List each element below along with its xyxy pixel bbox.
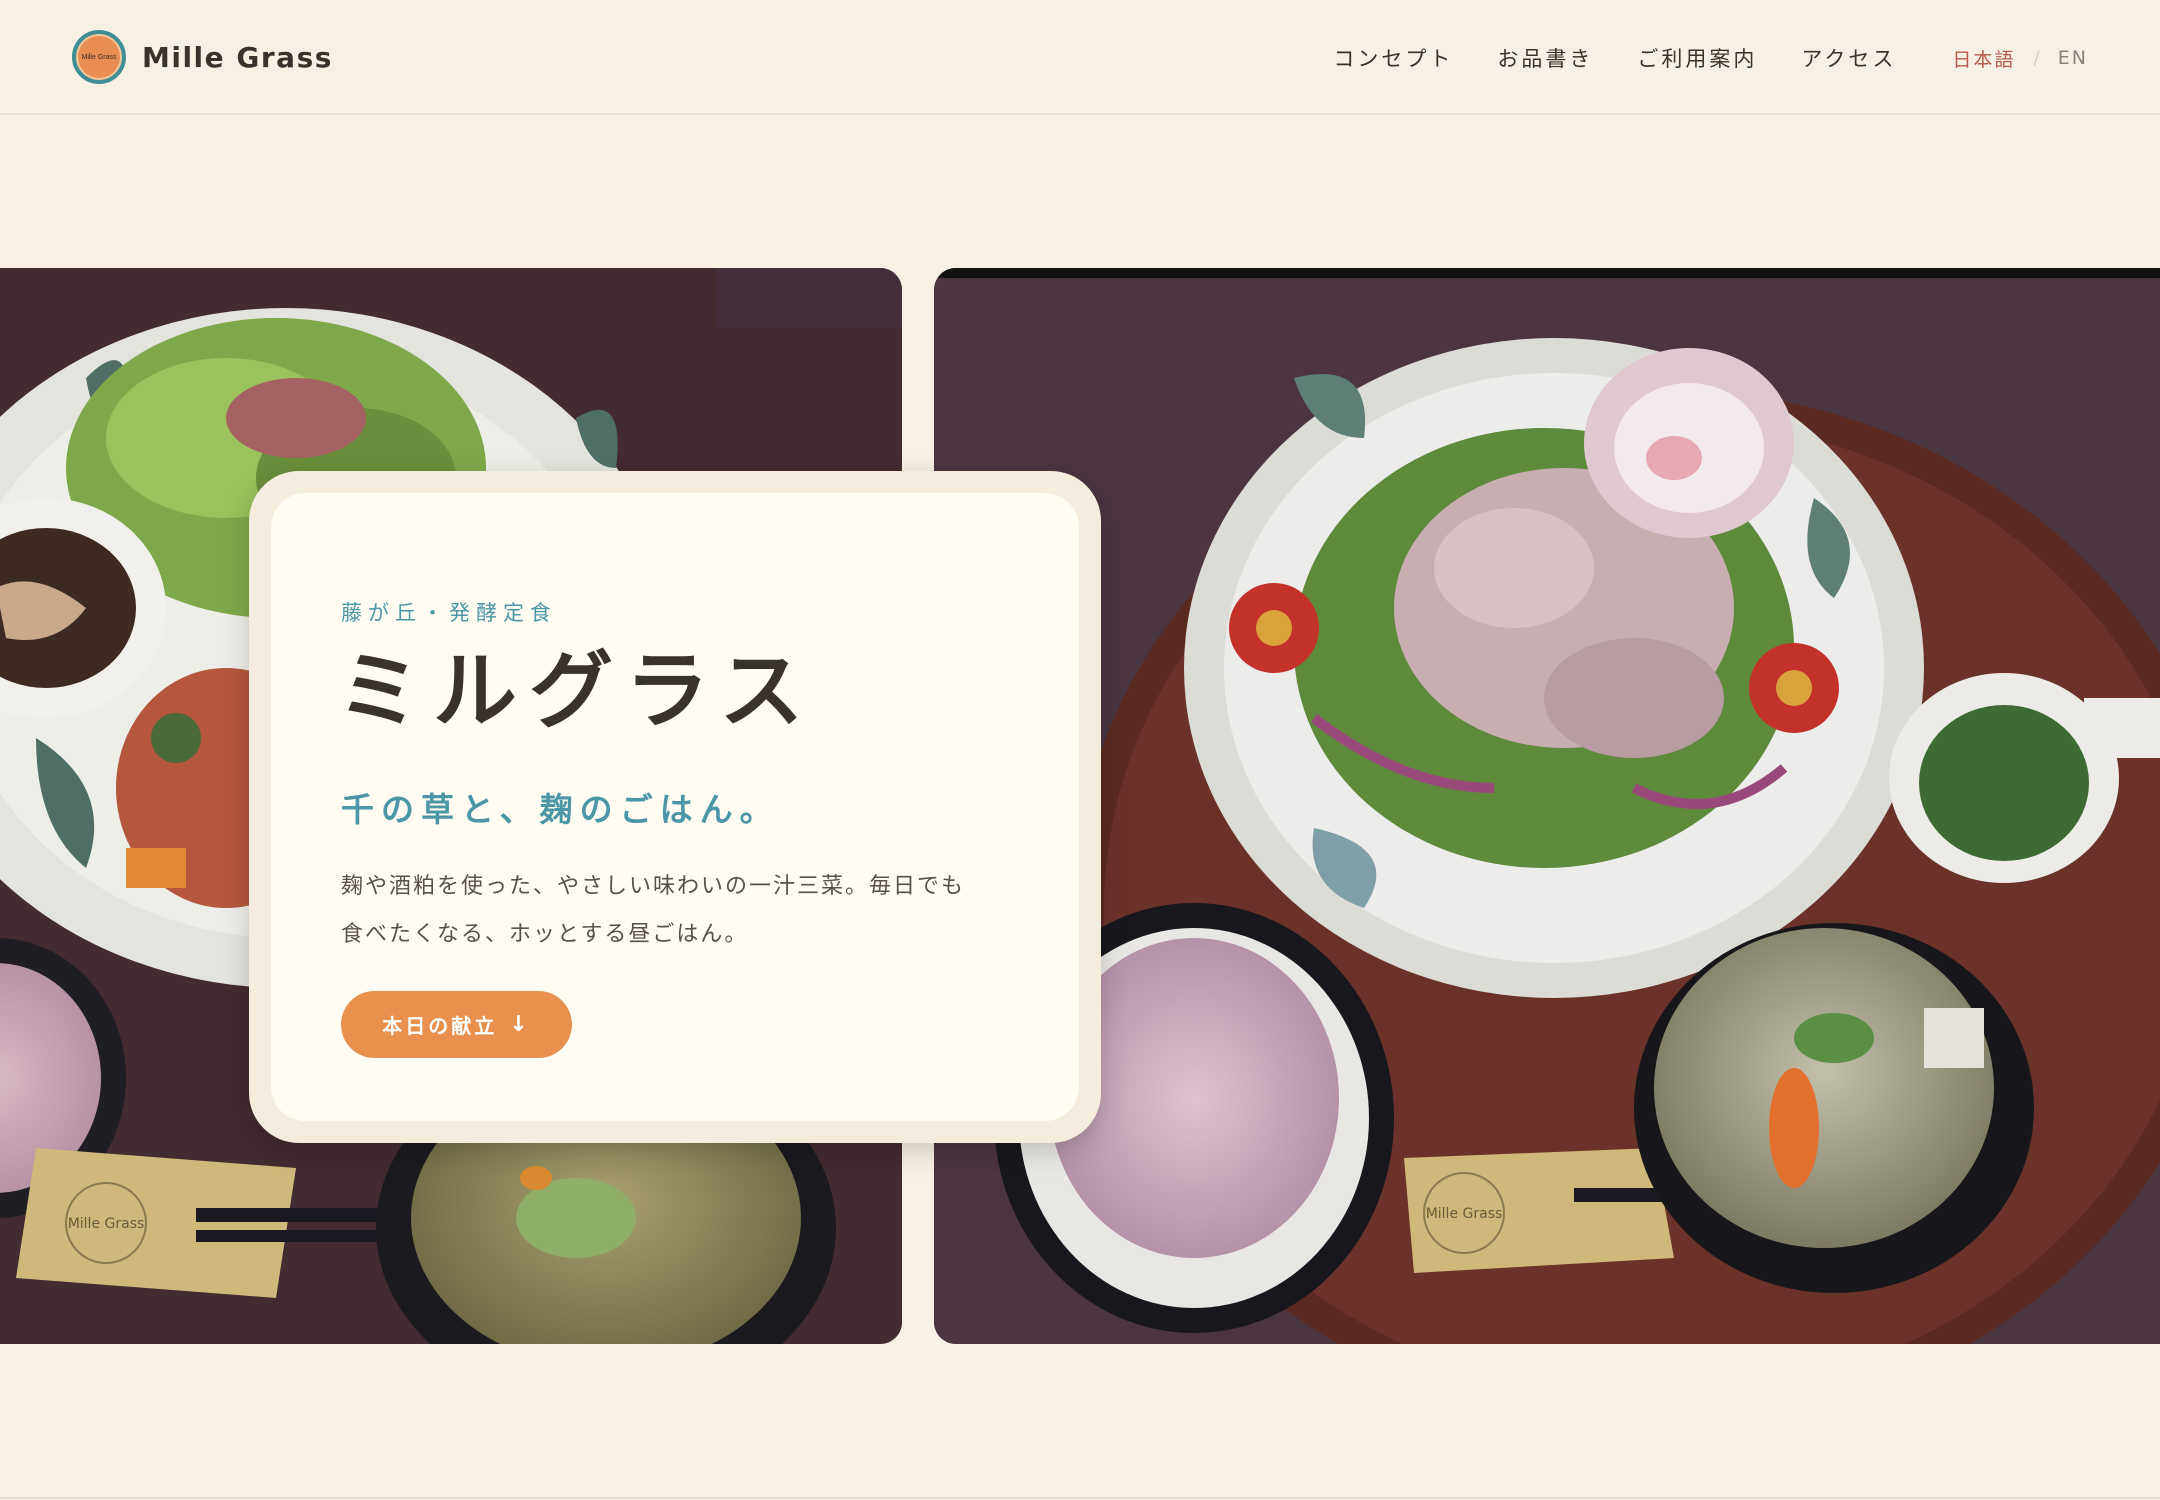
hero-title: ミルグラス	[337, 642, 816, 740]
lang-en-link[interactable]: EN	[2058, 47, 2088, 69]
hero-card-inner: 藤が丘・発酵定食 ミルグラス 千の草と、麹のごはん。 麹や酒粕を使った、やさしい…	[271, 493, 1079, 1121]
brand[interactable]: Mille Grass Mille Grass	[72, 30, 333, 84]
mat-label-right: Mille Grass	[1426, 1206, 1503, 1222]
nav-access[interactable]: アクセス	[1801, 43, 1896, 73]
hero-description-line-1: 麹や酒粕を使った、やさしい味わいの一汁三菜。毎日でも	[341, 874, 966, 899]
hero-description: 麹や酒粕を使った、やさしい味わいの一汁三菜。毎日でも 食べたくなる、ホッとする昼…	[341, 863, 1021, 959]
hero-eyebrow: 藤が丘・発酵定食	[341, 601, 557, 625]
lang-separator: /	[2033, 47, 2040, 69]
logo[interactable]: Mille Grass	[72, 30, 126, 84]
nav-concept[interactable]: コンセプト	[1333, 43, 1453, 73]
hero-tagline: 千の草と、麹のごはん。	[341, 790, 780, 829]
brand-name[interactable]: Mille Grass	[142, 41, 333, 74]
language-switcher: 日本語 / EN	[1952, 45, 2088, 72]
lang-ja-link[interactable]: 日本語	[1952, 45, 2015, 72]
todays-menu-button-label: 本日の献立	[382, 1014, 498, 1038]
site-header: Mille Grass Mille Grass コンセプト お品書き ご利用案内…	[0, 0, 2160, 115]
hero-photo-right: Mille Grass	[934, 268, 2160, 1344]
todays-menu-button[interactable]: 本日の献立 ↓	[341, 991, 572, 1058]
mat-label-left: Mille Grass	[68, 1216, 145, 1232]
set-meal-photo-right: Mille Grass	[934, 268, 2160, 1344]
hero-card: 藤が丘・発酵定食 ミルグラス 千の草と、麹のごはん。 麹や酒粕を使った、やさしい…	[249, 471, 1101, 1143]
nav-guide[interactable]: ご利用案内	[1637, 43, 1757, 73]
hero-description-line-2: 食べたくなる、ホッとする昼ごはん。	[341, 922, 749, 947]
arrow-down-icon: ↓	[509, 1012, 531, 1037]
section-divider	[0, 1497, 2160, 1499]
main-nav: コンセプト お品書き ご利用案内 アクセス 日本語 / EN	[1289, 38, 2088, 78]
nav-menu[interactable]: お品書き	[1497, 43, 1593, 73]
